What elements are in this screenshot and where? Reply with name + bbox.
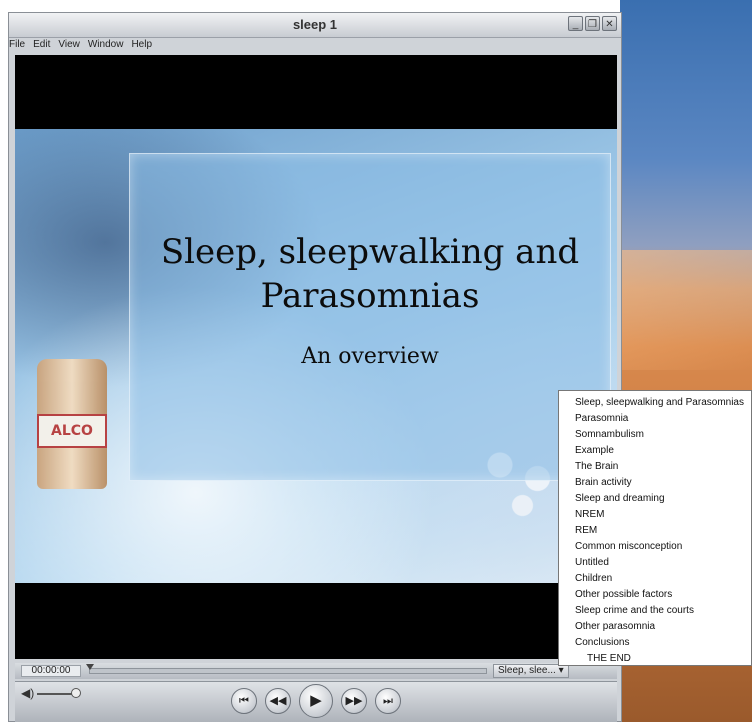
volume-icon[interactable]: ◀) — [21, 686, 34, 700]
chapter-item[interactable]: Untitled — [559, 555, 751, 571]
chapter-menu: Sleep, sleepwalking and Parasomnias Para… — [558, 390, 752, 666]
bottle-label: ALCO — [37, 414, 107, 448]
chapter-item[interactable]: THE END — [559, 651, 751, 667]
menu-view[interactable]: View — [58, 39, 80, 53]
chapter-item[interactable]: Sleep crime and the courts — [559, 603, 751, 619]
play-button[interactable]: ▶ — [299, 684, 333, 718]
title-bar[interactable]: sleep 1 _ ❐ ✕ — [9, 13, 621, 38]
chapter-item[interactable]: Children — [559, 571, 751, 587]
menu-edit[interactable]: Edit — [33, 39, 50, 53]
chapter-item[interactable]: Example — [559, 443, 751, 459]
next-chapter-button[interactable]: ⏭ — [375, 688, 401, 714]
slide-title: Sleep, sleepwalking and Parasomnias — [130, 230, 610, 318]
slide-title-line1: Sleep, sleepwalking and — [160, 232, 580, 272]
chapter-item[interactable]: Other possible factors — [559, 587, 751, 603]
time-display: 00:00:00 — [21, 665, 81, 677]
maximize-button[interactable]: ❐ — [585, 16, 600, 31]
chapter-item[interactable]: REM — [559, 523, 751, 539]
chapter-item[interactable]: Sleep and dreaming — [559, 491, 751, 507]
alcohol-bottle-image: ALCO — [37, 359, 107, 489]
slide-title-line2: Parasomnias — [260, 276, 480, 316]
chapter-item[interactable]: The Brain — [559, 459, 751, 475]
chapter-item[interactable]: Sleep, sleepwalking and Parasomnias — [559, 395, 751, 411]
scrubber-track[interactable] — [86, 664, 487, 674]
chapter-item[interactable]: Somnambulism — [559, 427, 751, 443]
media-player-window: sleep 1 _ ❐ ✕ File Edit View Window Help… — [8, 12, 622, 722]
chapter-item[interactable]: Brain activity — [559, 475, 751, 491]
chapter-dropdown[interactable]: Sleep, slee... ▾ — [493, 664, 569, 678]
rewind-button[interactable]: ◀◀ — [265, 688, 291, 714]
menu-help[interactable]: Help — [131, 39, 152, 53]
scrubber-handle[interactable] — [86, 664, 94, 670]
previous-chapter-button[interactable]: ⏮ — [231, 688, 257, 714]
volume-slider-track[interactable] — [37, 693, 73, 695]
timeline-bar: 00:00:00 Sleep, slee... ▾ — [15, 663, 617, 679]
menu-bar: File Edit View Window Help — [3, 39, 152, 53]
menu-file[interactable]: File — [9, 39, 25, 53]
chapter-item[interactable]: NREM — [559, 507, 751, 523]
video-area[interactable]: ALCO Sleep, sleepwalking and Parasomnias… — [15, 55, 617, 659]
minimize-button[interactable]: _ — [568, 16, 583, 31]
fast-forward-button[interactable]: ▶▶ — [341, 688, 367, 714]
menu-window[interactable]: Window — [88, 39, 124, 53]
volume-slider-handle[interactable] — [71, 688, 81, 698]
chapter-item[interactable]: Other parasomnia — [559, 619, 751, 635]
slide-subtitle: An overview — [301, 344, 439, 369]
chapter-item[interactable]: Conclusions — [559, 635, 751, 651]
chapter-item[interactable]: Parasomnia — [559, 411, 751, 427]
window-controls: _ ❐ ✕ — [568, 16, 617, 31]
transport-controls: ◀) ⏮ ◀◀ ▶ ▶▶ ⏭ — [15, 681, 617, 722]
slide-frame: ALCO Sleep, sleepwalking and Parasomnias… — [15, 129, 617, 583]
slide-title-panel: Sleep, sleepwalking and Parasomnias An o… — [129, 153, 611, 481]
window-title: sleep 1 — [292, 17, 338, 32]
chapter-item[interactable]: Common misconception — [559, 539, 751, 555]
close-button[interactable]: ✕ — [602, 16, 617, 31]
